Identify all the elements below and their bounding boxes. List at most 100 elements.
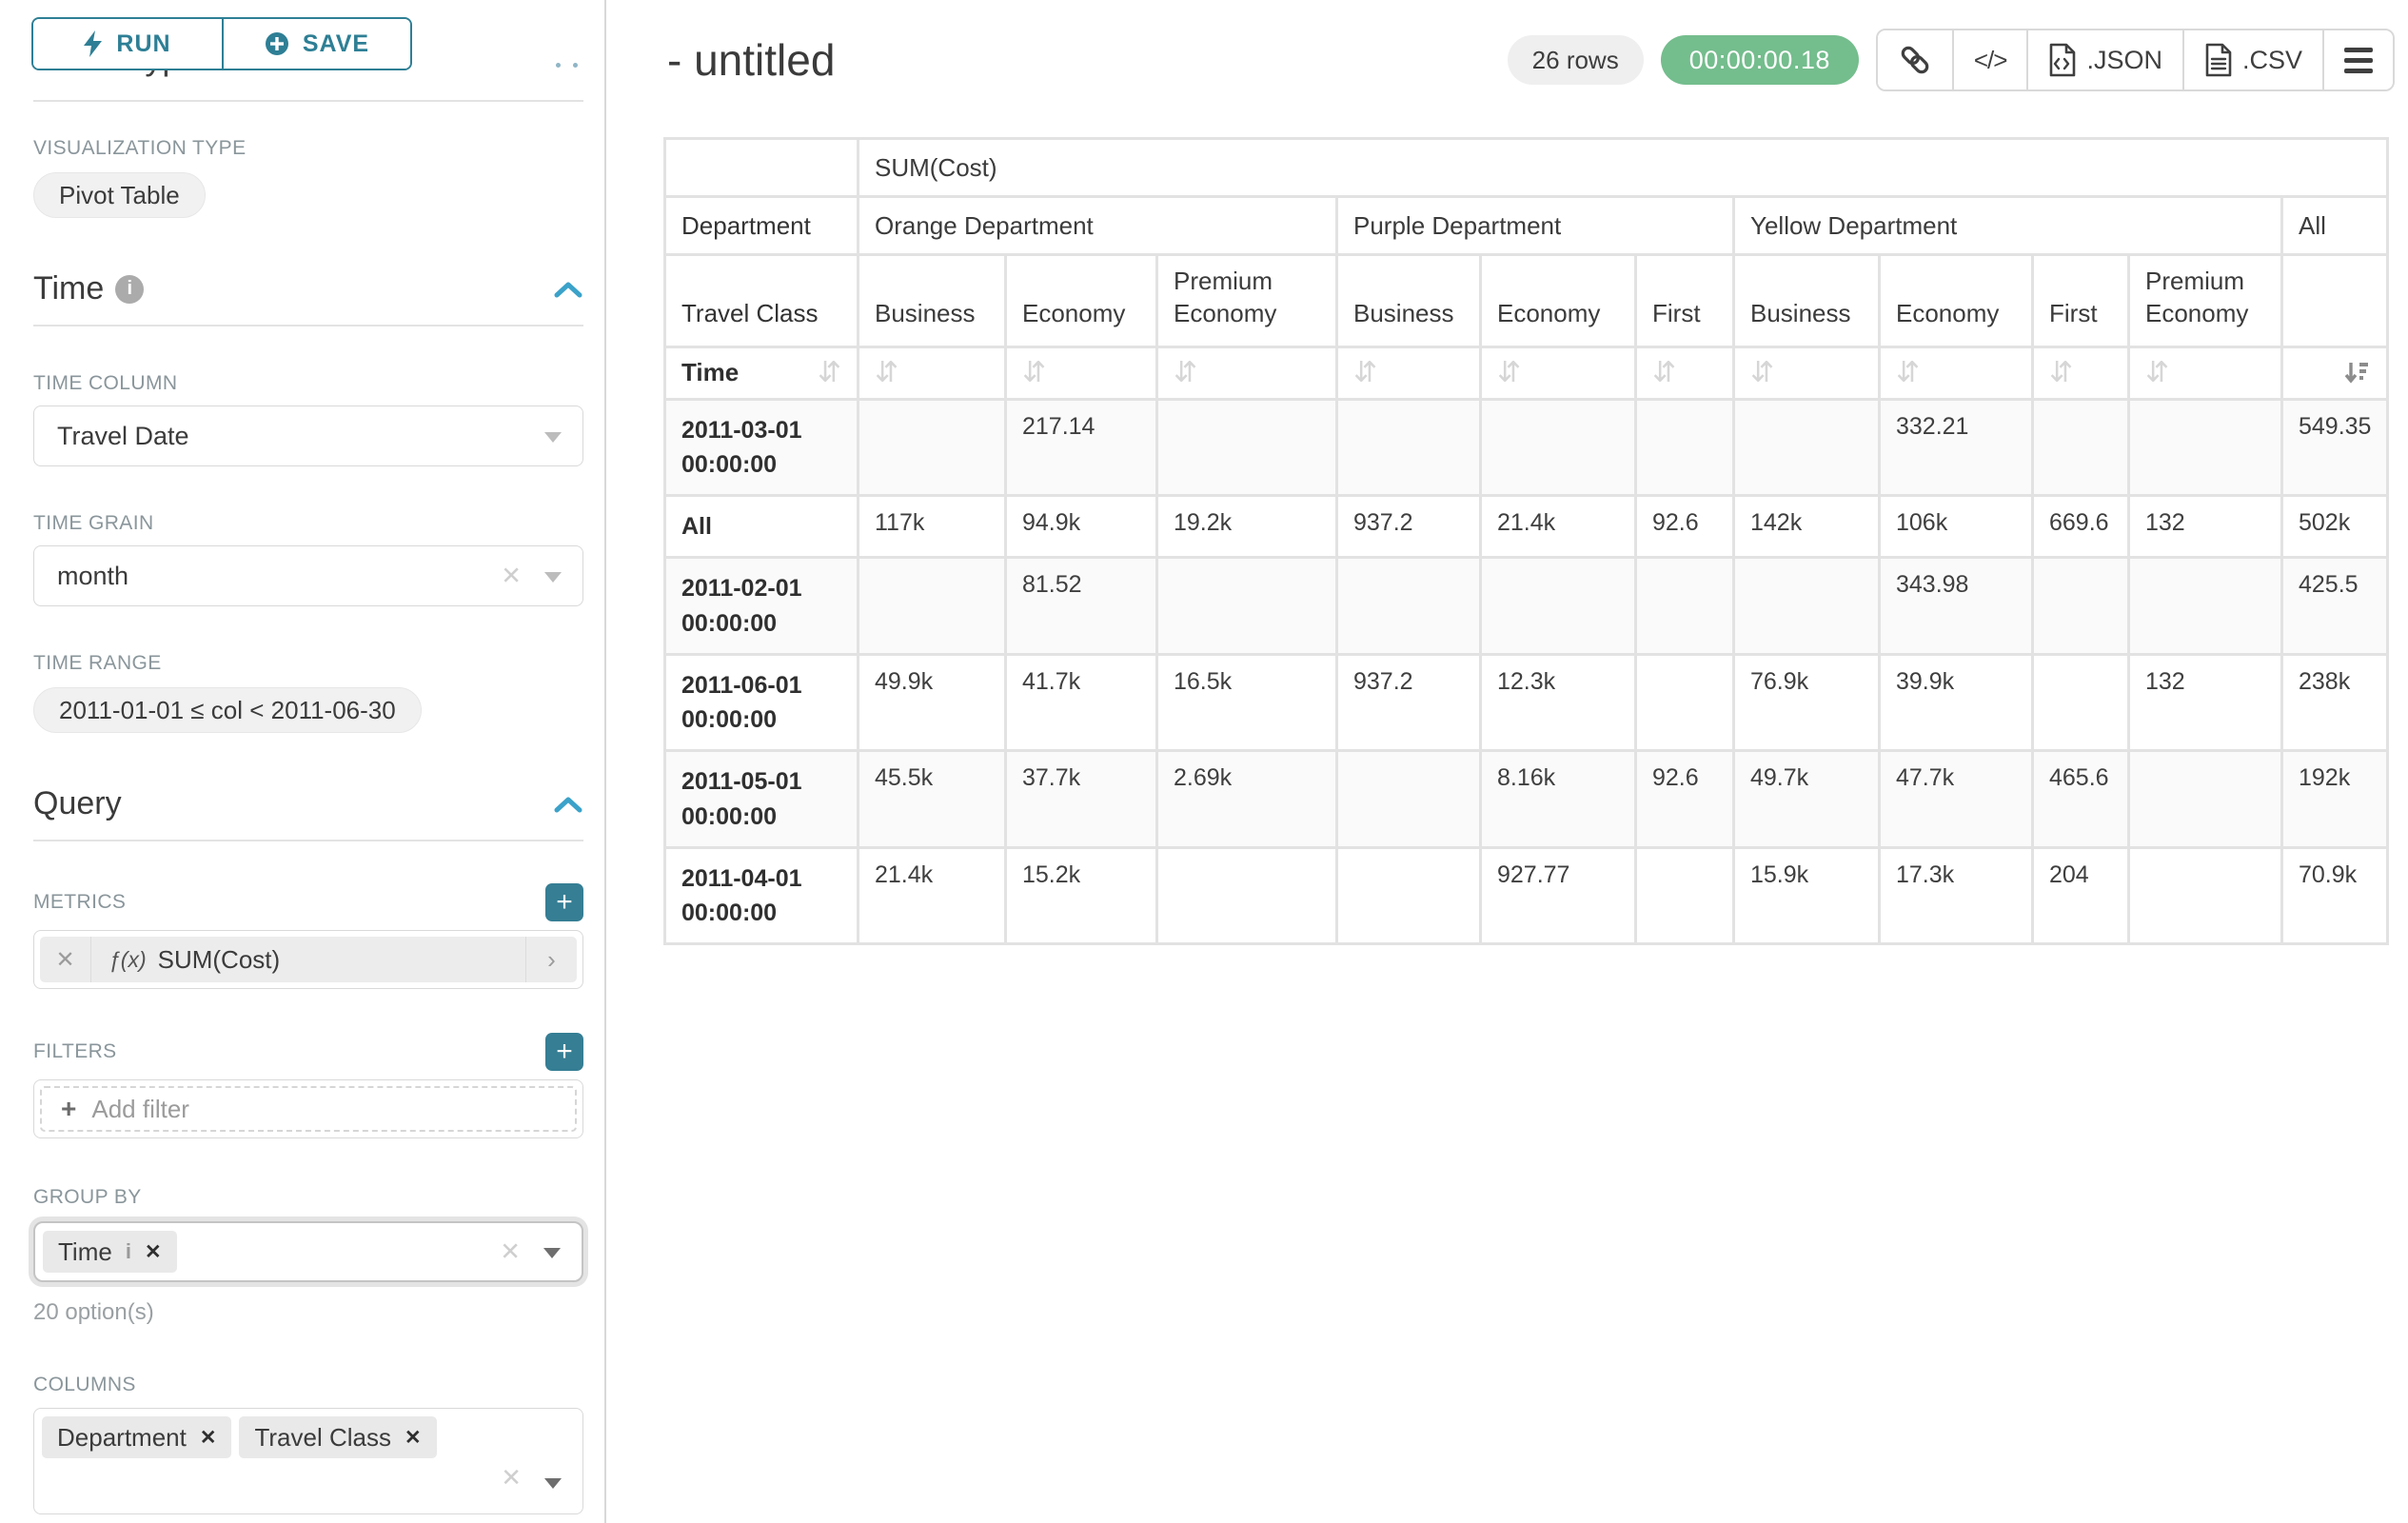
chart-title[interactable]: - untitled	[667, 34, 835, 86]
groupby-select[interactable]: Time i ✕ ✕	[33, 1221, 583, 1282]
clear-icon[interactable]: ✕	[501, 1463, 522, 1493]
travel-class-header: Premium Economy	[2130, 256, 2280, 346]
value-cell: 132	[2130, 497, 2280, 556]
add-filter-placeholder: Add filter	[91, 1095, 189, 1124]
chevron-right-icon[interactable]: ›	[525, 937, 577, 982]
time-grain-label: TIME GRAIN	[33, 512, 582, 535]
value-cell: 117k	[859, 497, 1004, 556]
remove-chip-icon[interactable]: ✕	[405, 1426, 422, 1450]
value-cell	[1338, 401, 1479, 495]
value-cell	[2130, 559, 2280, 653]
sort-icon[interactable]: ⇵	[875, 359, 989, 387]
add-filter-plus-button[interactable]: +	[545, 1033, 583, 1071]
travel-class-header: Economy	[1482, 256, 1634, 346]
row-label-cell: 2011-06-01 00:00:00	[666, 656, 857, 750]
export-json-button[interactable]: .JSON	[2026, 30, 2182, 89]
remove-metric-icon[interactable]: ✕	[40, 937, 91, 982]
sort-header-cell[interactable]: ⇵	[2130, 348, 2280, 398]
run-button[interactable]: RUN	[33, 19, 222, 69]
columns-chip[interactable]: Department ✕	[42, 1416, 231, 1458]
sort-header-cell[interactable]: ⇵	[859, 348, 1004, 398]
groupby-chip[interactable]: Time i ✕	[43, 1231, 177, 1273]
sort-header-cell[interactable]: ⇵	[2034, 348, 2127, 398]
value-cell: 92.6	[1637, 497, 1732, 556]
sort-icon[interactable]: ⇵	[2145, 359, 2265, 387]
table-row: 2011-05-01 00:00:0045.5k37.7k2.69k8.16k9…	[666, 752, 2386, 846]
time-column-select[interactable]: Travel Date	[33, 405, 583, 466]
visualization-type-chip[interactable]: Pivot Table	[33, 172, 206, 218]
menu-button[interactable]	[2322, 30, 2393, 89]
section-divider	[33, 100, 583, 102]
travel-class-header: First	[1637, 256, 1732, 346]
value-cell	[2034, 656, 2127, 750]
pivot-table-container: SUM(Cost)DepartmentOrange DepartmentPurp…	[663, 137, 2395, 945]
sort-header-cell[interactable]: ⇵	[1158, 348, 1335, 398]
value-cell: 106k	[1881, 497, 2031, 556]
value-cell	[1735, 401, 1878, 495]
table-row: 2011-02-01 00:00:0081.52343.98425.5	[666, 559, 2386, 653]
metric-chip[interactable]: ✕ ƒ(x) SUM(Cost) ›	[40, 937, 577, 982]
value-cell: 21.4k	[1482, 497, 1634, 556]
clear-icon[interactable]: ✕	[501, 562, 522, 591]
plus-icon: +	[61, 1094, 76, 1124]
link-icon	[1898, 43, 1932, 77]
travel-class-header: Business	[1338, 256, 1479, 346]
chevron-up-icon[interactable]	[553, 280, 583, 299]
copy-link-button[interactable]	[1878, 30, 1952, 89]
value-cell: 21.4k	[859, 849, 1004, 943]
sort-icon[interactable]: ⇵	[1174, 359, 1320, 387]
sort-icon[interactable]: ⇵	[1497, 359, 1619, 387]
value-cell: 41.7k	[1007, 656, 1155, 750]
info-icon: i	[115, 275, 144, 304]
travel-class-header: Economy	[1007, 256, 1155, 346]
export-csv-button[interactable]: .CSV	[2182, 30, 2322, 89]
sort-icon[interactable]: ⇵	[1750, 359, 1863, 387]
sort-icon[interactable]: ⇵	[818, 359, 841, 387]
value-cell: 502k	[2283, 497, 2386, 556]
sort-icon[interactable]: ⇵	[1353, 359, 1464, 387]
section-divider	[33, 325, 583, 326]
sort-header-cell[interactable]: ⇵	[1007, 348, 1155, 398]
columns-select[interactable]: Department ✕ Travel Class ✕ ✕	[33, 1408, 583, 1514]
remove-chip-icon[interactable]: ✕	[145, 1240, 162, 1264]
chevron-up-icon[interactable]	[553, 795, 583, 814]
add-metric-button[interactable]: +	[545, 883, 583, 921]
time-dim-cell[interactable]: Time⇵	[666, 348, 857, 398]
sort-descending-icon[interactable]	[2342, 359, 2371, 387]
save-button-label: SAVE	[303, 30, 369, 58]
time-column-value: Travel Date	[57, 422, 189, 451]
time-grain-select[interactable]: month ✕	[33, 545, 583, 606]
sort-icon[interactable]: ⇵	[1022, 359, 1140, 387]
chevron-down-icon	[544, 1478, 562, 1489]
value-cell: 192k	[2283, 752, 2386, 846]
row-dim-label: Department	[666, 198, 857, 253]
time-range-chip[interactable]: 2011-01-01 ≤ col < 2011-06-30	[33, 687, 422, 733]
sort-header-cell[interactable]: ⇵	[1735, 348, 1878, 398]
sort-header-cell[interactable]: ⇵	[1637, 348, 1732, 398]
value-cell: 204	[2034, 849, 2127, 943]
value-cell: 927.77	[1482, 849, 1634, 943]
sort-header-row: Time⇵⇵⇵⇵⇵⇵⇵⇵⇵⇵⇵	[666, 348, 2386, 398]
sort-icon[interactable]: ⇵	[2049, 359, 2112, 387]
add-filter-dropzone[interactable]: + Add filter	[40, 1086, 577, 1132]
value-cell: 70.9k	[2283, 849, 2386, 943]
metric-chip-body: ƒ(x) SUM(Cost)	[91, 945, 525, 975]
lightning-icon	[84, 30, 103, 57]
row-label-cell: 2011-05-01 00:00:00	[666, 752, 857, 846]
pivot-table: SUM(Cost)DepartmentOrange DepartmentPurp…	[663, 137, 2389, 945]
sort-header-cell[interactable]: ⇵	[1338, 348, 1479, 398]
sort-icon[interactable]: ⇵	[1652, 359, 1717, 387]
travel-class-header: First	[2034, 256, 2127, 346]
value-cell	[2034, 559, 2127, 653]
remove-chip-icon[interactable]: ✕	[200, 1426, 217, 1450]
sort-header-cell[interactable]	[2283, 348, 2386, 398]
save-button[interactable]: SAVE	[222, 19, 410, 69]
sort-icon[interactable]: ⇵	[1896, 359, 2016, 387]
value-cell	[1637, 401, 1732, 495]
embed-code-button[interactable]: </>	[1952, 30, 2027, 89]
sort-header-cell[interactable]: ⇵	[1482, 348, 1634, 398]
columns-chip[interactable]: Travel Class ✕	[239, 1416, 436, 1458]
clear-icon[interactable]: ✕	[500, 1237, 521, 1267]
sort-header-cell[interactable]: ⇵	[1881, 348, 2031, 398]
department-header-row: DepartmentOrange DepartmentPurple Depart…	[666, 198, 2386, 253]
